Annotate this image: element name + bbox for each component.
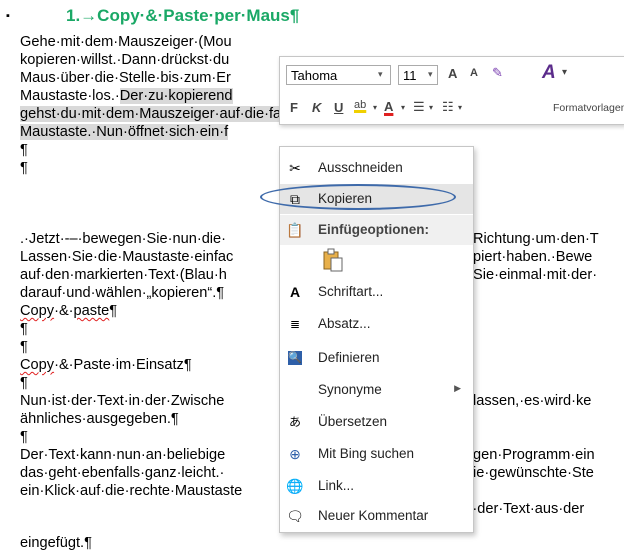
chevron-down-icon[interactable]: ▾ bbox=[428, 69, 433, 80]
menu-item-label: Absatz... bbox=[318, 316, 371, 331]
text-line: das·geht·ebenfalls·ganz·leicht.· bbox=[20, 465, 225, 481]
text-line: darauf·und·wählen·„kopieren“.¶ bbox=[20, 285, 225, 301]
chevron-down-icon[interactable]: ▾ bbox=[458, 103, 462, 112]
spellcheck-word: Copy bbox=[20, 303, 55, 319]
text-span: ·&· bbox=[54, 303, 74, 319]
menu-item-label: Ausschneiden bbox=[318, 160, 403, 175]
text-line: ie·gewünschte·Ste bbox=[473, 465, 594, 481]
link-icon: 🌐 bbox=[286, 478, 304, 494]
text-line: ein·Klick·auf·die·rechte·Maustaste bbox=[20, 483, 243, 499]
text-line: kopieren·willst.·Dann·drückst·du bbox=[20, 52, 230, 68]
menu-item-label: Schriftart... bbox=[318, 284, 384, 299]
search-icon: ⊕ bbox=[289, 446, 301, 462]
define-icon: 🔍 bbox=[288, 351, 302, 365]
text-line: piert·haben.·Bewe bbox=[473, 249, 593, 265]
font-color-button[interactable]: A bbox=[384, 99, 393, 114]
menu-item-font[interactable]: A Schriftart... bbox=[280, 277, 473, 307]
text-line: Maustaste.·Nun·öffnet·sich·ein·f bbox=[20, 123, 229, 141]
menu-item-label: Link... bbox=[318, 478, 355, 493]
copy-icon: ⧉ bbox=[290, 191, 300, 207]
bold-button[interactable]: F bbox=[290, 100, 298, 115]
menu-item-label: Übersetzen bbox=[318, 414, 388, 429]
paragraph-icon: ≣ bbox=[289, 317, 301, 331]
highlighted-text: Maustaste.·Nun·öffnet·sich·ein·f bbox=[20, 124, 229, 140]
chevron-down-icon[interactable]: ▾ bbox=[378, 69, 383, 80]
text-line: eingefügt.¶ bbox=[20, 535, 92, 551]
text-line: Richtung·um·den·T bbox=[473, 231, 599, 247]
text-line: .·Jetzt·‑–·bewegen·Sie·nun·die· bbox=[20, 231, 227, 247]
menu-item-bing-search[interactable]: ⊕ Mit Bing suchen bbox=[280, 439, 473, 469]
text-line: Der·Text·kann·nun·an·beliebige bbox=[20, 447, 226, 463]
text-line: Maustaste·los.·Der·zu·kopierend bbox=[20, 87, 233, 105]
menu-item-link[interactable]: 🌐 Link... bbox=[280, 471, 473, 501]
text-line: Gehe·mit·dem·Mauszeiger·(Mou bbox=[20, 34, 232, 50]
text-line: Lassen·Sie·die·Maustaste·einfac bbox=[20, 249, 234, 265]
text-line: Copy·&·Paste·im·Einsatz¶ bbox=[20, 356, 192, 374]
spellcheck-word: paste bbox=[73, 303, 110, 319]
paste-keep-text-icon[interactable] bbox=[322, 248, 344, 272]
text-line: Sie·einmal·mit·der· bbox=[473, 267, 598, 283]
underline-button[interactable]: U bbox=[334, 100, 343, 115]
font-icon: A bbox=[289, 284, 301, 300]
comment-icon: 🗨 bbox=[286, 508, 304, 524]
text-line: Nun·ist·der·Text·in·der·Zwische bbox=[20, 393, 225, 409]
italic-button[interactable]: K bbox=[312, 100, 321, 115]
spellcheck-word: Copy bbox=[20, 357, 55, 373]
menu-item-label: Neuer Kommentar bbox=[318, 508, 429, 523]
pilcrow: ¶ bbox=[20, 142, 28, 158]
highlighted-text: Der·zu·kopierend bbox=[119, 88, 233, 104]
menu-item-label: Mit Bing suchen bbox=[318, 446, 415, 461]
menu-item-label: Kopieren bbox=[318, 191, 373, 206]
pilcrow: ¶ bbox=[20, 429, 28, 445]
styles-dropdown-icon[interactable]: ▾ bbox=[562, 67, 567, 78]
text-span: ·&·Paste·im·Einsatz¶ bbox=[54, 357, 192, 373]
text-line: Maus·über·die·Stelle·bis·zum·Er bbox=[20, 70, 231, 86]
menu-item-label: Definieren bbox=[318, 350, 380, 365]
chevron-right-icon: ▶ bbox=[454, 383, 461, 393]
menu-item-cut[interactable]: ✂ Ausschneiden bbox=[280, 153, 473, 183]
menu-item-copy[interactable]: ⧉ Kopieren bbox=[280, 184, 473, 214]
highlight-button[interactable]: ab bbox=[354, 99, 366, 111]
pilcrow: ¶ bbox=[20, 160, 28, 176]
menu-item-paragraph[interactable]: ≣ Absatz... bbox=[280, 309, 473, 339]
grow-font-button[interactable]: A bbox=[448, 66, 457, 81]
format-painter-icon[interactable]: ✎ bbox=[492, 65, 503, 81]
menu-item-label: Einfügeoptionen: bbox=[318, 222, 429, 237]
context-menu: ✂ Ausschneiden ⧉ Kopieren 📋 Einfügeoptio… bbox=[279, 146, 474, 533]
numbering-icon[interactable]: ☷ bbox=[442, 99, 454, 115]
menu-item-translate[interactable]: あ Übersetzen bbox=[280, 407, 473, 437]
paste-icon: 📋 bbox=[286, 222, 304, 238]
menu-item-label: Synonyme bbox=[318, 382, 382, 397]
styles-label[interactable]: Formatvorlagen bbox=[553, 102, 624, 114]
text-line: ähnliches·ausgegeben.¶ bbox=[20, 411, 179, 427]
mini-toolbar: Tahoma ▾ 11 ▾ A A ✎ A ▾ F K U ab ▾ A ▾ ☰… bbox=[279, 56, 624, 125]
menu-item-synonyms[interactable]: Synonyme ▶ bbox=[280, 375, 473, 405]
menu-item-define[interactable]: 🔍 Definieren bbox=[280, 343, 473, 373]
chevron-down-icon[interactable]: ▾ bbox=[429, 103, 433, 112]
chevron-down-icon[interactable]: ▾ bbox=[401, 103, 405, 112]
text-span: Maustaste·los.· bbox=[20, 88, 120, 104]
bullets-icon[interactable]: ☰ bbox=[413, 99, 425, 115]
pilcrow: ¶ bbox=[20, 321, 28, 337]
heading: 1.→Copy·&·Paste·per·Maus¶ bbox=[66, 6, 300, 25]
scissors-icon: ✂ bbox=[289, 160, 301, 176]
shrink-font-button[interactable]: A bbox=[470, 67, 478, 79]
bullet-marker: ▪ bbox=[6, 10, 10, 22]
text-line: Copy·&·paste¶ bbox=[20, 303, 118, 319]
pilcrow: ¶ bbox=[20, 339, 28, 355]
text-line: gen·Programm·ein bbox=[473, 447, 595, 463]
translate-icon: あ bbox=[288, 415, 301, 429]
menu-item-paste-options: 📋 Einfügeoptionen: bbox=[280, 215, 473, 245]
menu-item-new-comment[interactable]: 🗨 Neuer Kommentar bbox=[280, 501, 473, 531]
font-name-combobox[interactable]: Tahoma bbox=[286, 65, 391, 85]
text-line: auf·den·markierten·Text·(Blau·h bbox=[20, 267, 227, 283]
styles-icon[interactable]: A bbox=[542, 62, 556, 84]
text-line: lassen,·es·wird·ke bbox=[473, 393, 592, 409]
chevron-down-icon[interactable]: ▾ bbox=[373, 103, 377, 112]
pilcrow: ¶ bbox=[20, 375, 28, 391]
